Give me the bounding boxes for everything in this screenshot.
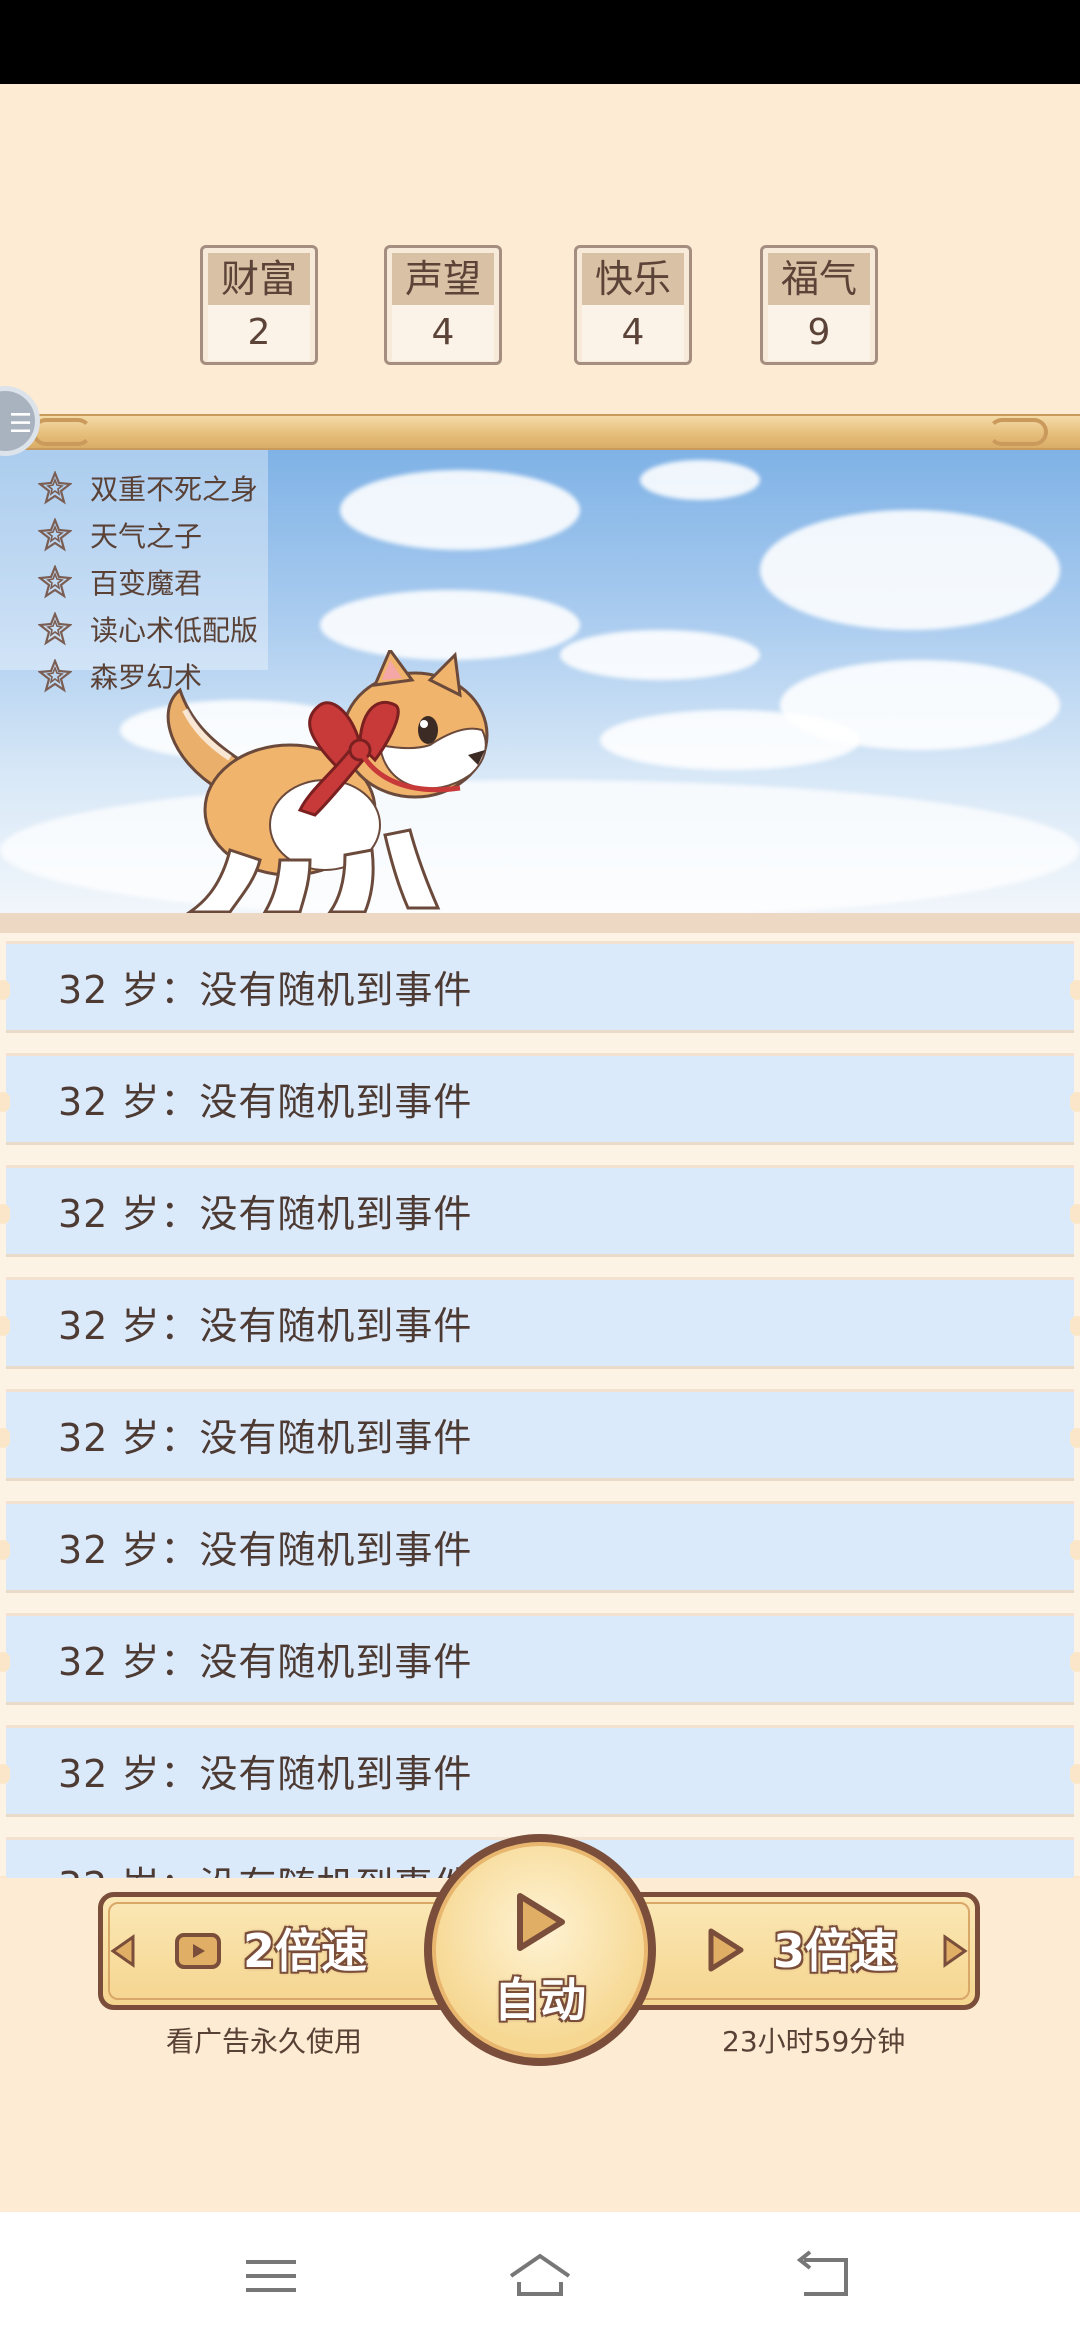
event-text: 32 岁：没有随机到事件 (58, 1840, 472, 1878)
talent-item: 读心术低配版 (38, 605, 258, 652)
star-outline-icon (38, 658, 72, 693)
event-row: 32 岁：没有随机到事件 (0, 1277, 1080, 1369)
scene-base (0, 913, 1080, 933)
talent-name: 双重不死之身 (90, 472, 259, 506)
talent-name: 读心术低配版 (90, 613, 259, 647)
scroll-rod (0, 414, 1080, 450)
event-text: 32 岁：没有随机到事件 (58, 1752, 473, 1796)
play-icon (517, 1893, 565, 1951)
stats-panel: 财富 2 声望 4 快乐 4 福气 9 (0, 245, 1080, 375)
auto-button-face: 自动 (432, 1842, 648, 2058)
talent-item: 百变魔君 (38, 558, 258, 605)
arrow-right-icon (943, 1934, 968, 1968)
event-text: 32 岁：没有随机到事件 (58, 1640, 473, 1684)
speed-2x-button[interactable]: 2倍速 (98, 1892, 458, 2010)
star-outline-icon (38, 517, 72, 552)
stat-fortune: 福气 9 (760, 245, 878, 365)
menu-icon[interactable] (236, 2246, 306, 2306)
event-text: 32 岁：没有随机到事件 (58, 1304, 473, 1348)
stat-happiness: 快乐 4 (574, 245, 692, 365)
shiba-dog-illustration (166, 650, 489, 914)
speed-2x-label: 2倍速 (243, 1924, 368, 1978)
stat-reputation: 声望 4 (384, 245, 502, 365)
speed-3x-caption: 23小时59分钟 (722, 2025, 906, 2058)
event-row: 32 岁：没有随机到事件 (0, 1165, 1080, 1257)
stat-value: 9 (768, 305, 870, 361)
event-row: 32 岁：没有随机到事件 (0, 1389, 1080, 1481)
stat-value: 2 (208, 305, 310, 361)
event-text: 32 岁：没有随机到事件 (58, 968, 473, 1012)
talent-name: 百变魔君 (90, 566, 203, 600)
stat-label: 福气 (768, 253, 870, 305)
back-icon[interactable] (790, 2246, 860, 2306)
stat-wealth: 财富 2 (200, 245, 318, 365)
home-icon[interactable] (505, 2246, 575, 2306)
speed-3x-label: 3倍速 (773, 1924, 898, 1978)
stat-label: 财富 (208, 253, 310, 305)
event-text: 32 岁：没有随机到事件 (58, 1416, 473, 1460)
event-row: 32 岁：没有随机到事件 (0, 941, 1080, 1033)
event-row: 32 岁：没有随机到事件 (0, 1725, 1080, 1817)
arrow-left-icon (110, 1934, 135, 1968)
event-text: 32 岁：没有随机到事件 (58, 1192, 473, 1236)
video-icon (175, 1933, 221, 1969)
event-log[interactable]: 32 岁：没有随机到事件 32 岁：没有随机到事件 32 岁：没有随机到事件 3… (0, 933, 1080, 1878)
auto-button[interactable]: 自动 (424, 1834, 656, 2066)
event-row: 32 岁：没有随机到事件 (0, 1613, 1080, 1705)
speed-3x-button[interactable]: 3倍速 (620, 1892, 980, 2010)
star-outline-icon (38, 611, 72, 646)
star-outline-icon (38, 564, 72, 599)
stat-value: 4 (582, 305, 684, 361)
event-row: 32 岁：没有随机到事件 (0, 1053, 1080, 1145)
badge-icon: ☰ (9, 409, 33, 439)
speed-2x-caption: 看广告永久使用 (166, 2025, 363, 2058)
stat-label: 快乐 (582, 253, 684, 305)
system-nav-bar (0, 2212, 1080, 2340)
play-icon (708, 1928, 744, 1972)
event-row: 32 岁：没有随机到事件 (0, 1501, 1080, 1593)
status-bar (0, 0, 1080, 84)
talent-item: 双重不死之身 (38, 464, 258, 511)
auto-label: 自动 (494, 1973, 586, 2027)
stat-label: 声望 (392, 253, 494, 305)
stat-value: 4 (392, 305, 494, 361)
event-text: 32 岁：没有随机到事件 (58, 1528, 473, 1572)
talent-name: 天气之子 (90, 519, 203, 553)
star-outline-icon (38, 470, 72, 505)
talent-item: 天气之子 (38, 511, 258, 558)
event-text: 32 岁：没有随机到事件 (58, 1080, 473, 1124)
